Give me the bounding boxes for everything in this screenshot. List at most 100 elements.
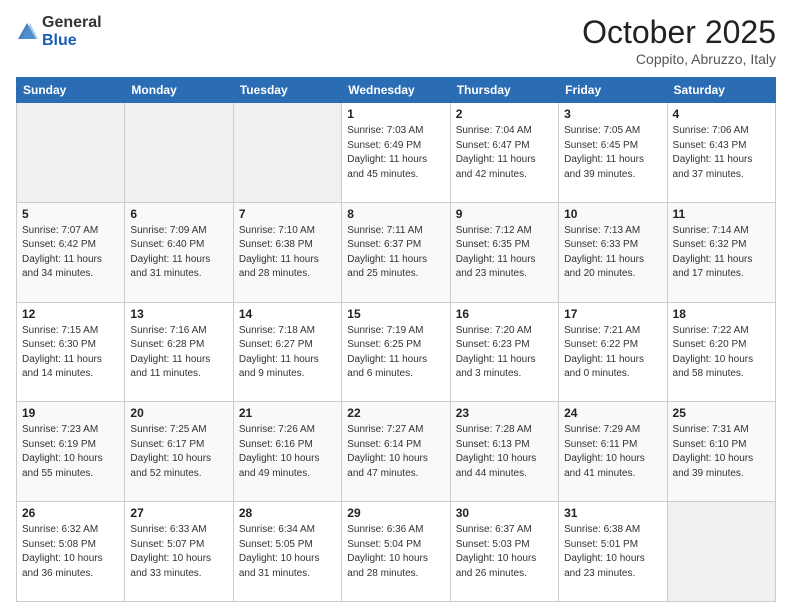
day-of-week-header: Wednesday <box>342 78 450 103</box>
calendar-day-cell: 21 Sunrise: 7:26 AM Sunset: 6:16 PM Dayli… <box>233 402 341 502</box>
day-info: Sunrise: 7:26 AM Sunset: 6:16 PM Dayligh… <box>239 423 336 481</box>
day-info: Sunrise: 7:28 AM Sunset: 6:13 PM Dayligh… <box>456 423 553 481</box>
calendar-day-cell: 30Sunrise: 6:37 AM Sunset: 5:03 PM Dayli… <box>450 502 558 602</box>
calendar-day-cell: 16 Sunrise: 7:20 AM Sunset: 6:23 PM Dayli… <box>450 302 558 402</box>
day-number: 11 <box>673 207 770 221</box>
calendar-day-cell: 18 Sunrise: 7:22 AM Sunset: 6:20 PM Dayli… <box>667 302 775 402</box>
day-info: Sunrise: 7:23 AM Sunset: 6:19 PM Dayligh… <box>22 423 119 481</box>
day-number: 24 <box>564 406 661 420</box>
month-title: October 2025 <box>582 14 776 51</box>
day-number: 26 <box>22 506 119 520</box>
day-number: 27 <box>130 506 227 520</box>
calendar-day-cell: 28 Sunrise: 6:34 AM Sunset: 5:05 PM Dayli… <box>233 502 341 602</box>
calendar-day-cell: 14 Sunrise: 7:18 AM Sunset: 6:27 PM Dayli… <box>233 302 341 402</box>
day-info: Sunrise: 7:14 AM Sunset: 6:32 PM Dayligh… <box>673 224 770 282</box>
day-info: Sunrise: 7:10 AM Sunset: 6:38 PM Dayligh… <box>239 224 336 282</box>
calendar-day-cell: 1Sunrise: 7:03 AM Sunset: 6:49 PM Daylig… <box>342 103 450 203</box>
day-number: 4 <box>673 107 770 121</box>
calendar-day-cell <box>667 502 775 602</box>
day-number: 1 <box>347 107 444 121</box>
calendar-day-cell: 29Sunrise: 6:36 AM Sunset: 5:04 PM Dayli… <box>342 502 450 602</box>
page: General Blue October 2025 Coppito, Abruz… <box>0 0 792 612</box>
calendar-day-cell: 8 Sunrise: 7:11 AM Sunset: 6:37 PM Daylig… <box>342 202 450 302</box>
calendar-day-cell: 4Sunrise: 7:06 AM Sunset: 6:43 PM Daylig… <box>667 103 775 203</box>
calendar-day-cell: 17 Sunrise: 7:21 AM Sunset: 6:22 PM Dayli… <box>559 302 667 402</box>
calendar-week-row: 12 Sunrise: 7:15 AM Sunset: 6:30 PM Dayli… <box>17 302 776 402</box>
day-info: Sunrise: 7:20 AM Sunset: 6:23 PM Dayligh… <box>456 324 553 382</box>
day-number: 12 <box>22 307 119 321</box>
day-number: 9 <box>456 207 553 221</box>
calendar-day-cell: 2 Sunrise: 7:04 AM Sunset: 6:47 PM Daylig… <box>450 103 558 203</box>
location-subtitle: Coppito, Abruzzo, Italy <box>582 51 776 67</box>
day-number: 13 <box>130 307 227 321</box>
day-of-week-header: Saturday <box>667 78 775 103</box>
day-number: 18 <box>673 307 770 321</box>
day-number: 2 <box>456 107 553 121</box>
calendar-day-cell: 23 Sunrise: 7:28 AM Sunset: 6:13 PM Dayli… <box>450 402 558 502</box>
day-info: Sunrise: 7:21 AM Sunset: 6:22 PM Dayligh… <box>564 324 661 382</box>
calendar-day-cell <box>17 103 125 203</box>
day-info: Sunrise: 6:36 AM Sunset: 5:04 PM Dayligh… <box>347 523 444 581</box>
calendar-day-cell <box>125 103 233 203</box>
day-number: 22 <box>347 406 444 420</box>
calendar-day-cell: 10Sunrise: 7:13 AM Sunset: 6:33 PM Dayli… <box>559 202 667 302</box>
calendar-day-cell: 7Sunrise: 7:10 AM Sunset: 6:38 PM Daylig… <box>233 202 341 302</box>
calendar-day-cell: 15 Sunrise: 7:19 AM Sunset: 6:25 PM Dayli… <box>342 302 450 402</box>
calendar-day-cell: 26 Sunrise: 6:32 AM Sunset: 5:08 PM Dayli… <box>17 502 125 602</box>
calendar-week-row: 26 Sunrise: 6:32 AM Sunset: 5:08 PM Dayli… <box>17 502 776 602</box>
day-info: Sunrise: 7:31 AM Sunset: 6:10 PM Dayligh… <box>673 423 770 481</box>
day-number: 15 <box>347 307 444 321</box>
day-info: Sunrise: 7:11 AM Sunset: 6:37 PM Dayligh… <box>347 224 444 282</box>
calendar-day-cell: 20 Sunrise: 7:25 AM Sunset: 6:17 PM Dayli… <box>125 402 233 502</box>
calendar-header-row: SundayMondayTuesdayWednesdayThursdayFrid… <box>17 78 776 103</box>
day-info: Sunrise: 6:32 AM Sunset: 5:08 PM Dayligh… <box>22 523 119 581</box>
logo-blue-text: Blue <box>42 32 102 50</box>
logo-icon <box>16 21 38 43</box>
day-number: 16 <box>456 307 553 321</box>
day-of-week-header: Tuesday <box>233 78 341 103</box>
day-info: Sunrise: 6:37 AM Sunset: 5:03 PM Dayligh… <box>456 523 553 581</box>
calendar-day-cell: 5Sunrise: 7:07 AM Sunset: 6:42 PM Daylig… <box>17 202 125 302</box>
day-info: Sunrise: 6:34 AM Sunset: 5:05 PM Dayligh… <box>239 523 336 581</box>
calendar-day-cell <box>233 103 341 203</box>
calendar-day-cell: 24Sunrise: 7:29 AM Sunset: 6:11 PM Dayli… <box>559 402 667 502</box>
day-of-week-header: Thursday <box>450 78 558 103</box>
calendar-day-cell: 22Sunrise: 7:27 AM Sunset: 6:14 PM Dayli… <box>342 402 450 502</box>
calendar-day-cell: 13 Sunrise: 7:16 AM Sunset: 6:28 PM Dayli… <box>125 302 233 402</box>
day-of-week-header: Friday <box>559 78 667 103</box>
day-number: 23 <box>456 406 553 420</box>
day-number: 20 <box>130 406 227 420</box>
day-number: 28 <box>239 506 336 520</box>
day-info: Sunrise: 7:04 AM Sunset: 6:47 PM Dayligh… <box>456 124 553 182</box>
calendar-week-row: 1Sunrise: 7:03 AM Sunset: 6:49 PM Daylig… <box>17 103 776 203</box>
calendar-table: SundayMondayTuesdayWednesdayThursdayFrid… <box>16 77 776 602</box>
day-number: 19 <box>22 406 119 420</box>
logo: General Blue <box>16 14 102 49</box>
day-number: 17 <box>564 307 661 321</box>
day-info: Sunrise: 7:15 AM Sunset: 6:30 PM Dayligh… <box>22 324 119 382</box>
calendar-day-cell: 9Sunrise: 7:12 AM Sunset: 6:35 PM Daylig… <box>450 202 558 302</box>
calendar-day-cell: 12 Sunrise: 7:15 AM Sunset: 6:30 PM Dayli… <box>17 302 125 402</box>
day-info: Sunrise: 7:22 AM Sunset: 6:20 PM Dayligh… <box>673 324 770 382</box>
day-number: 6 <box>130 207 227 221</box>
calendar-day-cell: 31 Sunrise: 6:38 AM Sunset: 5:01 PM Dayli… <box>559 502 667 602</box>
calendar-day-cell: 19 Sunrise: 7:23 AM Sunset: 6:19 PM Dayli… <box>17 402 125 502</box>
day-number: 14 <box>239 307 336 321</box>
day-number: 31 <box>564 506 661 520</box>
day-info: Sunrise: 7:19 AM Sunset: 6:25 PM Dayligh… <box>347 324 444 382</box>
day-number: 25 <box>673 406 770 420</box>
header: General Blue October 2025 Coppito, Abruz… <box>16 14 776 67</box>
day-number: 21 <box>239 406 336 420</box>
logo-general-text: General <box>42 14 102 32</box>
calendar-day-cell: 3Sunrise: 7:05 AM Sunset: 6:45 PM Daylig… <box>559 103 667 203</box>
day-info: Sunrise: 7:16 AM Sunset: 6:28 PM Dayligh… <box>130 324 227 382</box>
day-info: Sunrise: 6:38 AM Sunset: 5:01 PM Dayligh… <box>564 523 661 581</box>
calendar-day-cell: 6 Sunrise: 7:09 AM Sunset: 6:40 PM Daylig… <box>125 202 233 302</box>
day-number: 8 <box>347 207 444 221</box>
calendar-day-cell: 27Sunrise: 6:33 AM Sunset: 5:07 PM Dayli… <box>125 502 233 602</box>
day-info: Sunrise: 7:07 AM Sunset: 6:42 PM Dayligh… <box>22 224 119 282</box>
day-info: Sunrise: 7:09 AM Sunset: 6:40 PM Dayligh… <box>130 224 227 282</box>
day-info: Sunrise: 7:18 AM Sunset: 6:27 PM Dayligh… <box>239 324 336 382</box>
day-info: Sunrise: 7:25 AM Sunset: 6:17 PM Dayligh… <box>130 423 227 481</box>
day-number: 10 <box>564 207 661 221</box>
